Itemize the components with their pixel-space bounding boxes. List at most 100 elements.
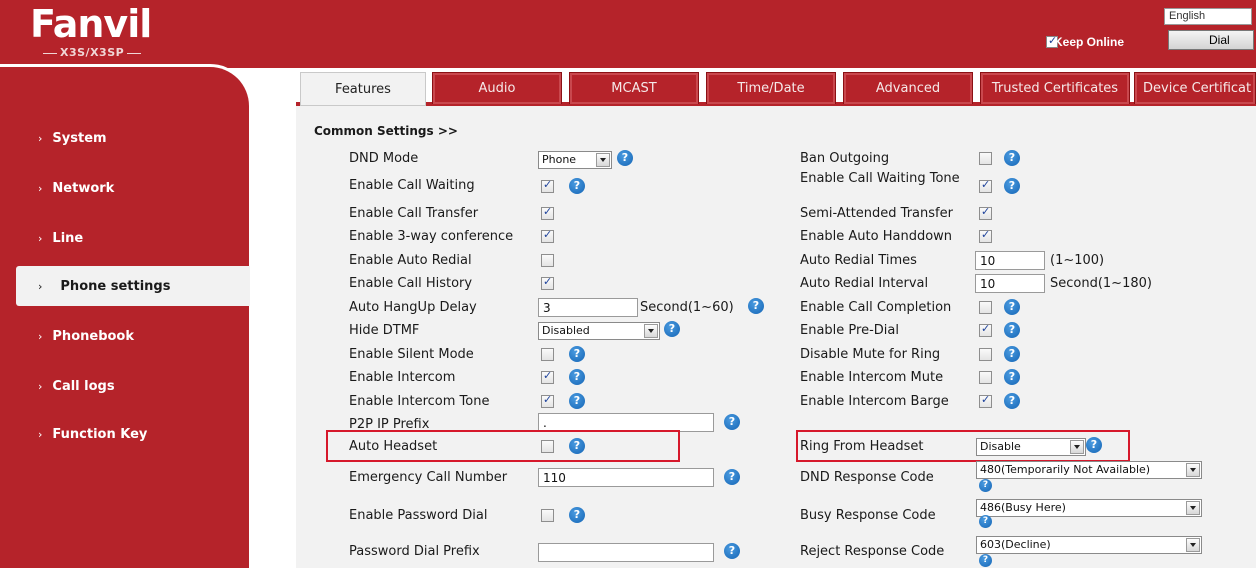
sidebar-item-phonebook[interactable]: › Phonebook (0, 316, 248, 356)
tab-features[interactable]: Features (300, 72, 426, 106)
sidebar-item-phone-settings[interactable]: › Phone settings (16, 266, 250, 306)
help-icon[interactable]: ? (664, 321, 680, 337)
redial-times-label: Auto Redial Times (800, 253, 917, 268)
password-prefix-input[interactable] (538, 543, 714, 562)
help-icon[interactable]: ? (724, 469, 740, 485)
chevron-right-icon: › (38, 379, 43, 393)
ban-outgoing-checkbox[interactable] (979, 152, 992, 165)
busy-code-label: Busy Response Code (800, 508, 936, 523)
reject-code-select[interactable]: 603(Decline) (976, 536, 1202, 554)
pre-dial-checkbox[interactable] (979, 322, 992, 337)
redial-interval-input[interactable]: 10 (975, 274, 1045, 293)
dnd-mode-label: DND Mode (349, 151, 419, 166)
three-way-checkbox[interactable] (541, 228, 554, 243)
help-icon[interactable]: ? (569, 438, 585, 454)
call-history-checkbox[interactable] (541, 275, 554, 290)
ring-headset-select[interactable]: Disable (976, 438, 1086, 456)
call-waiting-checkbox[interactable] (541, 178, 554, 193)
chevron-right-icon: › (38, 131, 43, 145)
intercom-tone-checkbox[interactable] (541, 393, 554, 408)
help-icon[interactable]: ? (1004, 369, 1020, 385)
dnd-code-value: 480(Temporarily Not Available) (980, 463, 1151, 476)
call-waiting-label: Enable Call Waiting (349, 178, 475, 193)
help-icon[interactable]: ? (1004, 393, 1020, 409)
help-icon[interactable]: ? (1004, 346, 1020, 362)
redial-times-input[interactable]: 10 (975, 251, 1045, 270)
ban-outgoing-label: Ban Outgoing (800, 151, 890, 166)
password-prefix-label: Password Dial Prefix (349, 544, 480, 559)
semi-transfer-checkbox[interactable] (979, 205, 992, 220)
sidebar-item-function-key[interactable]: › Function Key (0, 414, 248, 454)
help-icon[interactable]: ? (569, 178, 585, 194)
auto-headset-checkbox[interactable] (541, 440, 554, 453)
help-icon[interactable]: ? (1004, 178, 1020, 194)
mute-ring-checkbox[interactable] (979, 348, 992, 361)
help-icon[interactable]: ? (1004, 322, 1020, 338)
emergency-number-input[interactable]: 110 (538, 468, 714, 487)
dial-button[interactable]: Dial (1168, 30, 1254, 50)
tab-time-date[interactable]: Time/Date (706, 72, 836, 104)
help-icon[interactable]: ? (724, 414, 740, 430)
hide-dtmf-select[interactable]: Disabled (538, 322, 660, 340)
hide-dtmf-value: Disabled (542, 324, 590, 337)
help-icon[interactable]: ? (569, 346, 585, 362)
help-icon[interactable]: ? (1086, 437, 1102, 453)
mute-ring-label: Disable Mute for Ring (800, 347, 941, 362)
brand-logo: Fanvil X3S/X3SP (30, 4, 170, 62)
intercom-mute-checkbox[interactable] (979, 371, 992, 384)
hangup-delay-input[interactable]: 3 (538, 298, 638, 317)
help-icon[interactable]: ? (617, 150, 633, 166)
help-icon[interactable]: ? (748, 298, 764, 314)
sidebar-item-call-logs[interactable]: › Call logs (0, 366, 248, 406)
intercom-label: Enable Intercom (349, 370, 456, 385)
auto-handdown-checkbox[interactable] (979, 228, 992, 243)
password-dial-label: Enable Password Dial (349, 508, 488, 523)
tab-audio[interactable]: Audio (432, 72, 562, 104)
language-select[interactable]: English (1164, 8, 1252, 25)
chevron-right-icon: › (38, 279, 43, 293)
help-icon[interactable]: ? (1004, 299, 1020, 315)
busy-code-select[interactable]: 486(Busy Here) (976, 499, 1202, 517)
intercom-tone-label: Enable Intercom Tone (349, 394, 490, 409)
sidebar-item-label: Call logs (52, 378, 115, 394)
waiting-tone-checkbox[interactable] (979, 178, 992, 193)
chevron-right-icon: › (38, 427, 43, 441)
auto-redial-checkbox[interactable] (541, 254, 554, 267)
dnd-mode-select[interactable]: Phone (538, 151, 612, 169)
sidebar-item-system[interactable]: › System (0, 118, 248, 158)
header: Fanvil X3S/X3SP (0, 0, 1256, 68)
keep-online-toggle[interactable]: Keep Online (1046, 33, 1124, 51)
keep-online-label: Keep Online (1054, 35, 1125, 49)
help-icon[interactable]: ? (569, 369, 585, 385)
sidebar-item-label: Network (52, 180, 115, 196)
waiting-tone-label: Enable Call Waiting Tone (800, 171, 960, 186)
help-icon[interactable]: ? (979, 554, 992, 567)
dnd-code-select[interactable]: 480(Temporarily Not Available) (976, 461, 1202, 479)
chevron-down-icon (1186, 538, 1200, 552)
tab-device-certificates[interactable]: Device Certificat (1134, 72, 1256, 104)
help-icon[interactable]: ? (979, 479, 992, 492)
intercom-barge-checkbox[interactable] (979, 393, 992, 408)
model-name: X3S/X3SP (40, 46, 144, 59)
reject-code-label: Reject Response Code (800, 544, 945, 559)
help-icon[interactable]: ? (1004, 150, 1020, 166)
help-icon[interactable]: ? (569, 507, 585, 523)
hide-dtmf-label: Hide DTMF (349, 323, 420, 338)
sidebar-item-line[interactable]: › Line (0, 218, 248, 258)
tab-trusted-certificates[interactable]: Trusted Certificates (980, 72, 1130, 104)
tab-mcast[interactable]: MCAST (569, 72, 699, 104)
tab-advanced[interactable]: Advanced (843, 72, 973, 104)
intercom-checkbox[interactable] (541, 369, 554, 384)
chevron-down-icon (1186, 501, 1200, 515)
call-transfer-label: Enable Call Transfer (349, 206, 479, 221)
auto-redial-label: Enable Auto Redial (349, 253, 472, 268)
call-transfer-checkbox[interactable] (541, 205, 554, 220)
help-icon[interactable]: ? (569, 393, 585, 409)
silent-mode-checkbox[interactable] (541, 348, 554, 361)
call-completion-checkbox[interactable] (979, 301, 992, 314)
password-dial-checkbox[interactable] (541, 509, 554, 522)
help-icon[interactable]: ? (979, 515, 992, 528)
help-icon[interactable]: ? (724, 543, 740, 559)
redial-interval-label: Auto Redial Interval (800, 276, 929, 291)
sidebar-item-network[interactable]: › Network (0, 168, 248, 208)
